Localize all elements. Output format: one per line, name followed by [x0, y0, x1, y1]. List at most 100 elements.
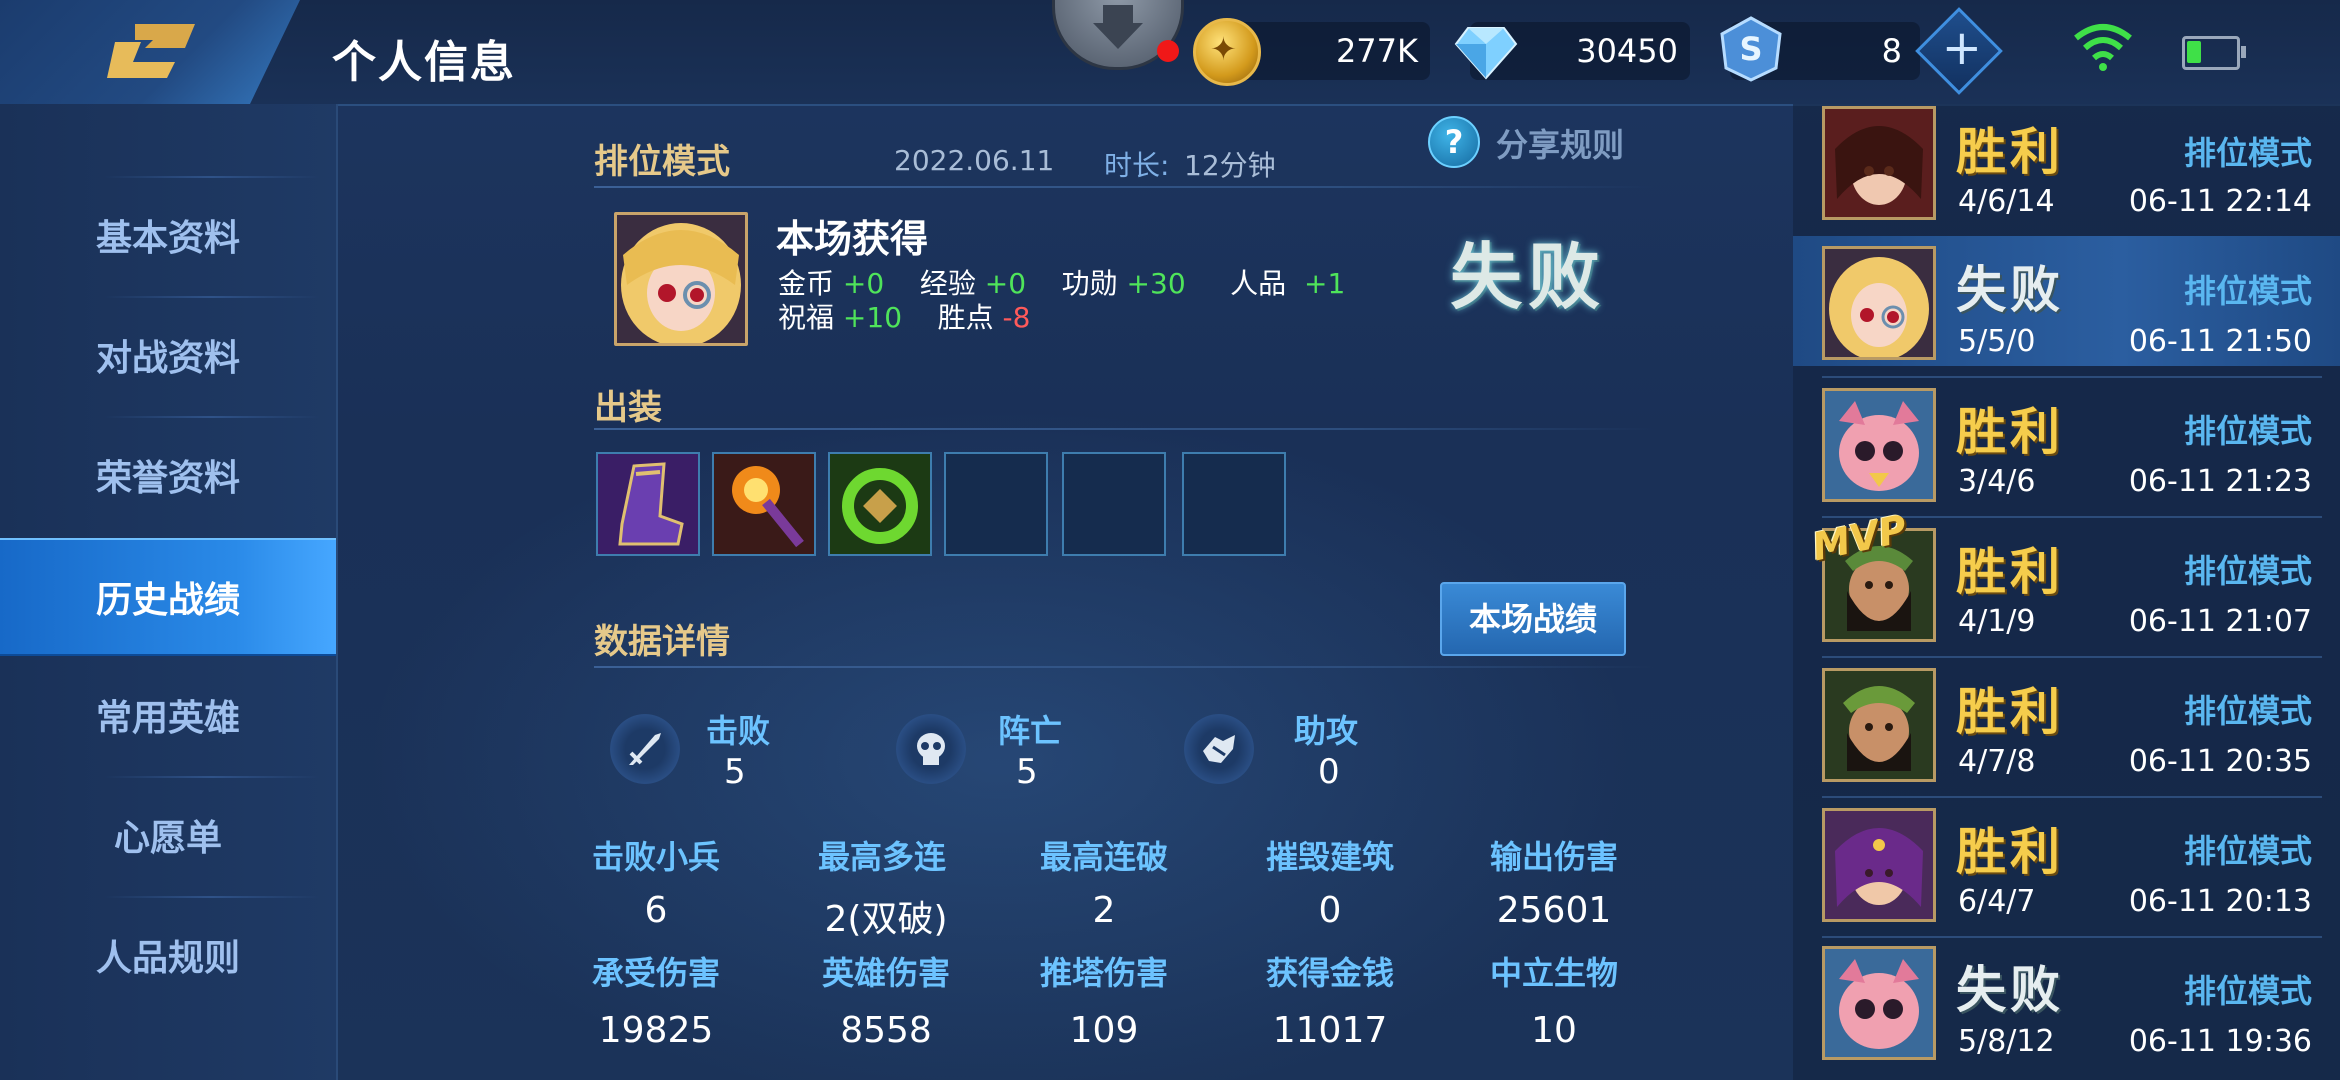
- empty-equipment-slot[interactable]: [1182, 452, 1286, 556]
- history-result: 胜利: [1956, 543, 2064, 601]
- arrow-down-icon: [1093, 5, 1143, 49]
- sidebar-item-basic-info[interactable]: 基本资料: [0, 176, 336, 294]
- stat-value: 0: [1318, 890, 1342, 931]
- sidebar-item-honor-info[interactable]: 荣誉资料: [0, 416, 336, 534]
- stat-value: 2(双破): [824, 899, 948, 940]
- history-hero-portrait: [1822, 808, 1936, 922]
- history-kda: 4/1/9: [1958, 604, 2036, 639]
- battery-icon: [2182, 36, 2246, 70]
- deaths-value: 5: [1016, 752, 1038, 792]
- history-result: 胜利: [1956, 403, 2064, 461]
- wifi-icon: [2074, 24, 2132, 71]
- equipment-slot[interactable]: [596, 452, 700, 556]
- boots-icon: [598, 454, 698, 554]
- match-result: 失败: [1450, 235, 1607, 319]
- stat-value: 10: [1531, 1010, 1577, 1051]
- stat-label: 英雄伤害: [821, 954, 950, 992]
- share-rules-link[interactable]: 分享规则: [1496, 120, 1624, 166]
- sword-icon: [629, 733, 661, 765]
- stat-label: 承受伤害: [591, 954, 720, 992]
- star-change: -8: [1002, 301, 1031, 334]
- history-kda: 6/4/7: [1958, 884, 2036, 919]
- bless-gain: +10: [842, 301, 903, 334]
- diamond-value: 30450: [1576, 32, 1678, 70]
- help-icon[interactable]: ?: [1428, 116, 1480, 168]
- history-kda: 5/8/12: [1958, 1024, 2055, 1059]
- skull-icon: [917, 733, 945, 765]
- hero-portrait: [614, 212, 748, 346]
- token-icon: S: [1720, 16, 1782, 82]
- back-arrow-icon: [107, 24, 195, 78]
- history-result: 胜利: [1956, 683, 2064, 741]
- handshake-icon: [1203, 735, 1235, 763]
- divider: [594, 666, 1654, 668]
- deaths-badge: [896, 714, 966, 784]
- stat-label: 击败小兵: [591, 838, 720, 876]
- gains-title: 本场获得: [776, 217, 929, 261]
- history-kda: 4/6/14: [1958, 184, 2055, 219]
- page-title: 个人信息: [332, 37, 516, 88]
- sidebar-item-credit-rules[interactable]: 人品规则: [0, 896, 336, 1014]
- sidebar-item-wishlist[interactable]: 心愿单: [0, 776, 336, 894]
- stat-label: 获得金钱: [1265, 954, 1394, 992]
- staff-icon: [714, 454, 814, 554]
- history-kda: 5/5/0: [1958, 324, 2036, 359]
- credit-label: 人品: [1230, 267, 1287, 300]
- history-result: 失败: [1956, 261, 2064, 319]
- divider: [594, 428, 1654, 430]
- history-hero-portrait: [1822, 388, 1936, 502]
- equipment-slot[interactable]: [712, 452, 816, 556]
- history-hero-portrait: [1822, 668, 1936, 782]
- duration-label: 时长:: [1104, 149, 1170, 182]
- history-result: 胜利: [1956, 123, 2064, 181]
- stat-label: 推塔伤害: [1039, 954, 1168, 992]
- history-hero-portrait: [1822, 106, 1936, 220]
- stat-value: 25601: [1496, 890, 1612, 931]
- sidebar-item-battle-info[interactable]: 对战资料: [0, 296, 336, 414]
- stat-label: 摧毁建筑: [1265, 838, 1394, 876]
- coin-icon: ✦: [1193, 18, 1261, 86]
- history-time: 06-11 22:14: [2128, 184, 2312, 219]
- history-time: 06-11 21:23: [2128, 464, 2312, 499]
- deaths-label: 阵亡: [998, 712, 1063, 750]
- history-mode: 排位模式: [2183, 972, 2312, 1010]
- empty-equipment-slot[interactable]: [944, 452, 1048, 556]
- history-time: 06-11 20:13: [2128, 884, 2312, 919]
- equipment-title: 出装: [594, 388, 662, 428]
- history-result: 胜利: [1956, 823, 2064, 881]
- history-mode: 排位模式: [2183, 832, 2312, 870]
- history-mode: 排位模式: [2183, 412, 2312, 450]
- stat-value: 19825: [598, 1010, 714, 1051]
- add-token-button[interactable]: +: [1915, 7, 2003, 95]
- star-label: 胜点: [937, 301, 994, 334]
- stat-label: 最高多连: [817, 838, 946, 876]
- notification-dot: [1157, 40, 1179, 62]
- plus-icon: +: [1941, 20, 1982, 77]
- credit-gain: +1: [1303, 267, 1346, 300]
- match-record-button[interactable]: 本场战绩: [1440, 582, 1626, 656]
- history-time: 06-11 21:50: [2128, 324, 2312, 359]
- gains-row-2: 祝福 +10 胜点 -8: [778, 296, 1030, 336]
- empty-equipment-slot[interactable]: [1062, 452, 1166, 556]
- history-mode: 排位模式: [2183, 692, 2312, 730]
- assists-label: 助攻: [1294, 712, 1359, 750]
- kills-badge: [610, 714, 680, 784]
- duration-value: 12分钟: [1184, 149, 1276, 182]
- history-kda: 4/7/8: [1958, 744, 2036, 779]
- history-time: 06-11 20:35: [2128, 744, 2312, 779]
- history-time: 06-11 19:36: [2128, 1024, 2312, 1059]
- equipment-slot[interactable]: [828, 452, 932, 556]
- ring-icon: [830, 454, 930, 554]
- stat-value: 11017: [1272, 1010, 1388, 1051]
- bless-label: 祝福: [778, 301, 835, 334]
- sidebar-item-match-history[interactable]: 历史战绩: [0, 538, 336, 656]
- history-result: 失败: [1956, 961, 2064, 1019]
- token-value: 8: [1881, 32, 1902, 70]
- stat-value: 109: [1069, 1010, 1139, 1051]
- history-mode: 排位模式: [2183, 134, 2312, 172]
- sidebar-item-favorite-heroes[interactable]: 常用英雄: [0, 656, 336, 774]
- history-time: 06-11 21:07: [2128, 604, 2312, 639]
- history-hero-portrait: [1822, 246, 1936, 360]
- history-mode: 排位模式: [2183, 552, 2312, 590]
- back-button[interactable]: [0, 0, 300, 104]
